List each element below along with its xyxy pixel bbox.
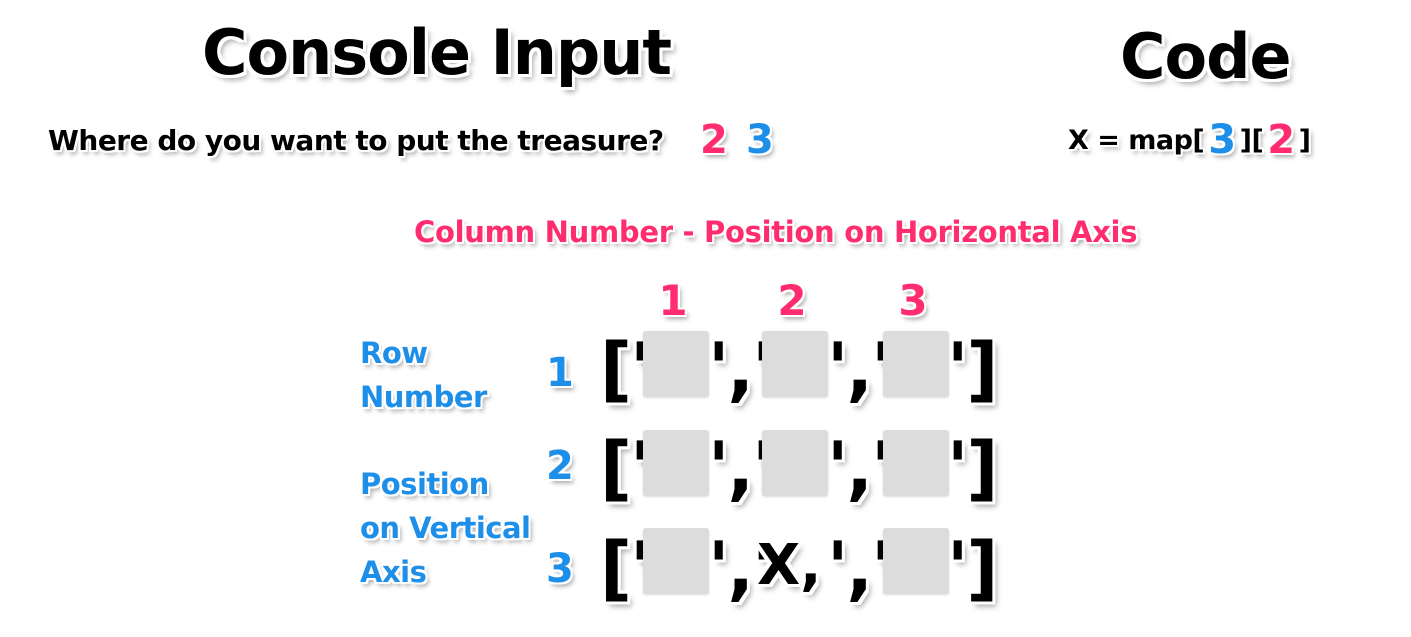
row-2-separator-2: ',' [827, 427, 892, 509]
row-caption-axis: Axis [360, 555, 427, 589]
row-1-close-bracket: '] [947, 328, 998, 410]
console-prompt: Where do you want to put the treasure? [48, 124, 664, 157]
column-number-1: 1 [658, 276, 688, 325]
row-caption-number: Number [360, 380, 487, 414]
row-3-close-bracket: '] [947, 527, 998, 609]
code-line: X = map[ 3 ][ 2 ] [1068, 117, 1311, 163]
row-2-cell-2 [762, 430, 828, 496]
treasure-marker: X, [757, 533, 822, 598]
row-number-2: 2 [546, 443, 574, 489]
row-caption-row: Row [360, 336, 428, 370]
code-suffix: ] [1298, 124, 1311, 156]
row-2-cell-1 [643, 430, 709, 496]
code-row-index: 3 [1208, 117, 1236, 163]
row-3-cell-1 [643, 528, 709, 594]
code-title: Code [1120, 20, 1292, 93]
row-number-1: 1 [546, 350, 574, 396]
row-caption-on-vertical: on Vertical [360, 511, 531, 545]
row-1-cell-3 [883, 331, 949, 397]
column-number-3: 3 [898, 276, 928, 325]
row-3-cell-3 [883, 528, 949, 594]
code-middle: ][ [1239, 124, 1264, 156]
column-caption: Column Number - Position on Horizontal A… [414, 215, 1138, 249]
row-1-separator-2: ',' [827, 328, 892, 410]
column-number-2: 2 [777, 276, 807, 325]
code-prefix: X = map[ [1068, 124, 1205, 156]
row-1-cell-2 [762, 331, 828, 397]
row-1-cell-1 [643, 331, 709, 397]
row-2-close-bracket: '] [947, 427, 998, 509]
row-caption-position: Position [360, 467, 489, 501]
row-2-cell-3 [883, 430, 949, 496]
console-input-column-value: 2 [700, 117, 728, 163]
row-number-3: 3 [546, 546, 574, 592]
code-col-index: 2 [1267, 117, 1295, 163]
console-input-title: Console Input [202, 16, 672, 89]
row-3-separator-2: ',' [827, 527, 892, 609]
console-input-row-value: 3 [746, 117, 774, 163]
